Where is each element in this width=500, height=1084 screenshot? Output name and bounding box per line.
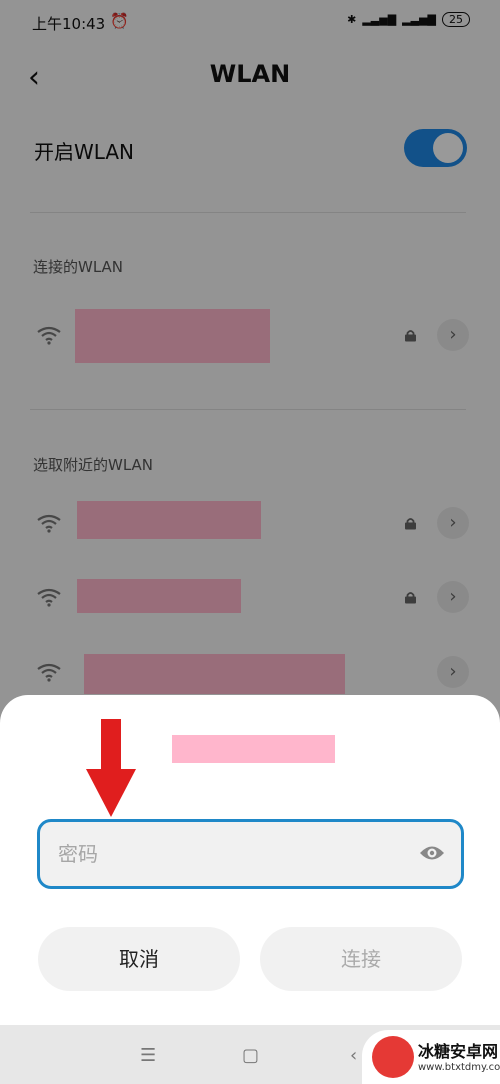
home-nav-icon[interactable]: ▢ (242, 1045, 259, 1066)
cancel-button[interactable]: 取消 (38, 927, 240, 991)
password-dialog: 取消 连接 (0, 695, 500, 1025)
arrow-down-icon (86, 719, 136, 817)
watermark-logo-icon (372, 1036, 414, 1078)
dialog-network-name-redacted (172, 735, 335, 763)
eye-icon[interactable] (419, 844, 445, 862)
watermark-url: www.btxtdmy.com (418, 1062, 500, 1073)
watermark-title: 冰糖安卓网 (418, 1042, 499, 1061)
password-input[interactable] (56, 834, 410, 874)
back-nav-icon[interactable]: ‹ (350, 1045, 357, 1066)
watermark: 冰糖安卓网 www.btxtdmy.com (362, 1030, 500, 1084)
connect-button[interactable]: 连接 (260, 927, 462, 991)
password-field[interactable] (37, 819, 464, 889)
menu-nav-icon[interactable]: ☰ (140, 1045, 156, 1066)
